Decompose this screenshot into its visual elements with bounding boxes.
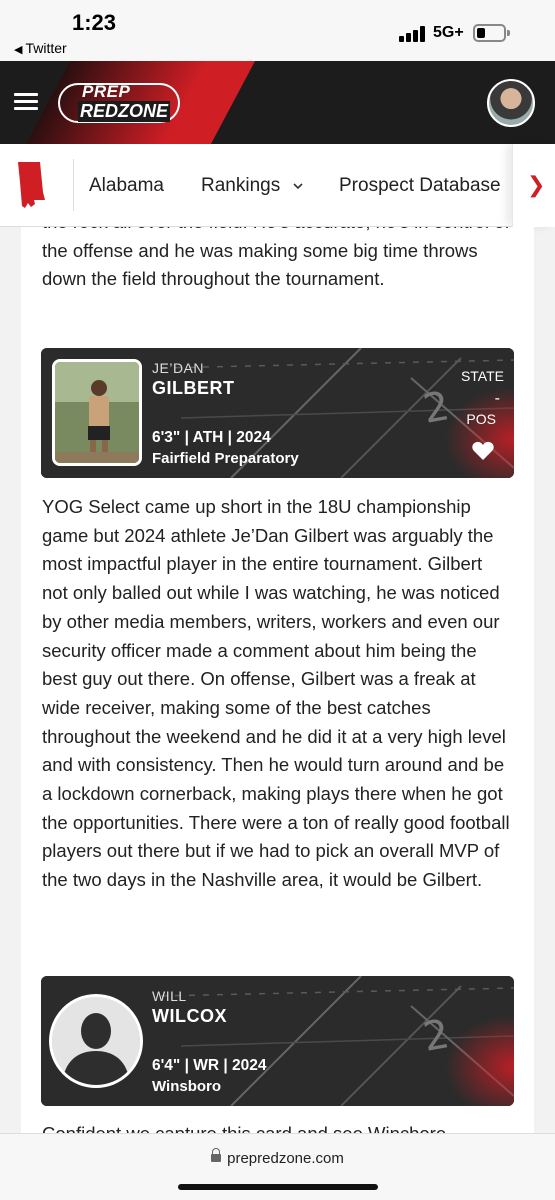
- player-pos-label: POS: [466, 411, 496, 427]
- player-school: Fairfield Preparatory: [152, 450, 299, 467]
- alabama-state-icon[interactable]: [16, 162, 46, 208]
- nav-divider: [73, 159, 74, 211]
- nav-item-rankings-label: Rankings: [201, 175, 281, 196]
- clock: 1:23: [72, 10, 117, 35]
- article-paragraph: the rock all over the field. He's accura…: [42, 227, 510, 290]
- home-indicator[interactable]: [178, 1184, 378, 1190]
- player-card-will-wilcox[interactable]: 2 WILL WILCOX 6'4" | WR | 2024 Winsboro: [41, 976, 514, 1106]
- chevron-right-icon: ❯: [527, 172, 546, 197]
- battery-icon: [473, 24, 510, 42]
- logo-text-bottom: REDZONE: [78, 101, 171, 122]
- chevron-down-icon: [292, 183, 303, 190]
- site-logo[interactable]: PREP REDZONE: [58, 81, 180, 125]
- player-school: Winsboro: [152, 1078, 222, 1095]
- player-first-name: WILL: [152, 988, 187, 1004]
- lock-icon: [211, 1148, 222, 1163]
- player-meta: 6'3" | ATH | 2024: [152, 429, 271, 446]
- default-avatar-icon: [49, 994, 143, 1088]
- nav-item-rankings[interactable]: Rankings: [201, 175, 304, 197]
- player-card-jedan-gilbert[interactable]: 2 JE’DAN GILBERT 6'3" | ATH | 2024 Fairf…: [41, 348, 514, 478]
- player-last-name: GILBERT: [152, 378, 235, 398]
- nav-item-alabama[interactable]: Alabama: [89, 175, 164, 197]
- player-state-label: STATE: [460, 368, 504, 384]
- site-header: PREP REDZONE: [0, 61, 555, 144]
- status-bar: 1:23 ◀ Twitter 5G+: [0, 0, 555, 61]
- url-display[interactable]: prepredzone.com: [0, 1148, 555, 1167]
- back-to-app-link[interactable]: ◀ Twitter: [14, 40, 67, 56]
- back-arrow-icon: ◀: [14, 44, 23, 56]
- network-type: 5G+: [433, 24, 464, 41]
- user-avatar[interactable]: [487, 79, 535, 127]
- top-nav: Alabama Rankings Prospect Database ❯: [0, 144, 555, 227]
- logo-text-top: PREP: [82, 82, 131, 101]
- article-paragraph: YOG Select came up short in the 18U cham…: [42, 496, 510, 891]
- nav-scroll-right-button[interactable]: ❯: [512, 144, 555, 227]
- player-first-name: JE’DAN: [152, 360, 205, 376]
- player-last-name: WILCOX: [152, 1006, 227, 1026]
- nav-item-prospect-database[interactable]: Prospect Database: [339, 175, 501, 197]
- player-meta: 6'4" | WR | 2024: [152, 1057, 267, 1074]
- article-card: the rock all over the field. He's accura…: [21, 227, 534, 1137]
- back-app-label: Twitter: [25, 40, 67, 56]
- heart-icon[interactable]: [472, 441, 494, 461]
- cellular-signal-icon: [399, 26, 429, 42]
- player-state-value: -: [494, 390, 500, 407]
- player-photo: [52, 359, 142, 466]
- hamburger-menu-icon[interactable]: [14, 93, 38, 111]
- browser-address-bar[interactable]: prepredzone.com: [0, 1133, 555, 1200]
- url-text: prepredzone.com: [227, 1150, 344, 1167]
